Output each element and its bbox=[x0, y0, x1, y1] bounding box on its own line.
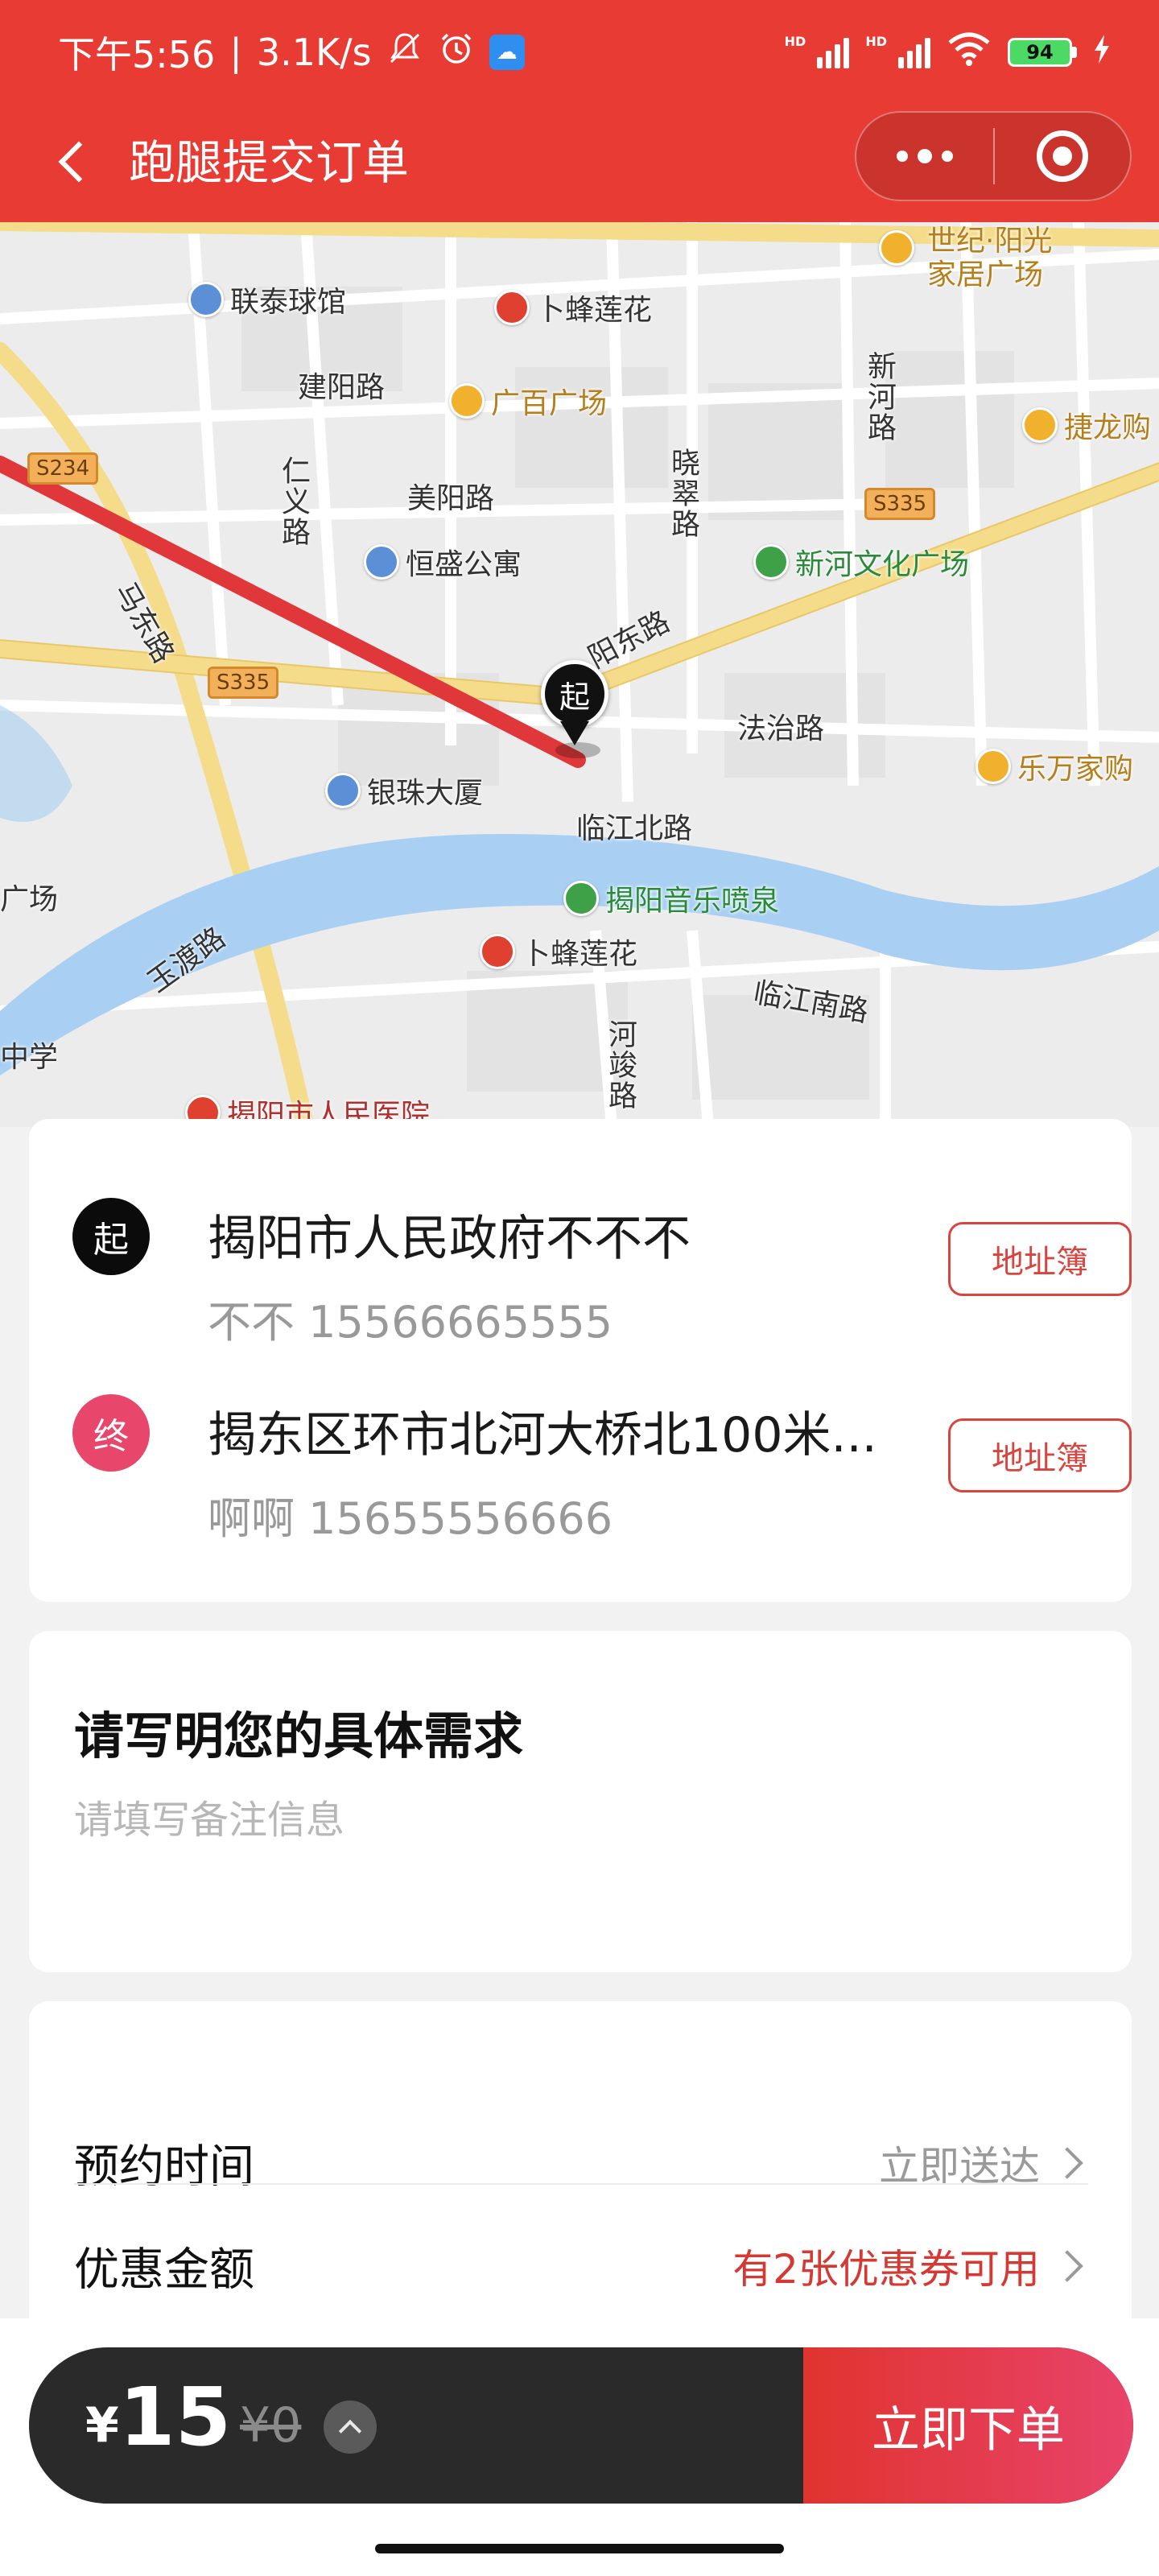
divider bbox=[74, 2183, 1088, 2185]
discount-row[interactable]: 优惠金额 有2张优惠券可用 bbox=[74, 2198, 1088, 2334]
chevron-right-icon bbox=[1051, 2250, 1083, 2282]
chevron-left-icon bbox=[58, 141, 100, 183]
options-card: 预约时间 立即送达 优惠金额 有2张优惠券可用 bbox=[29, 2001, 1132, 2339]
camera-icon bbox=[563, 881, 599, 916]
map-poi-shopping[interactable] bbox=[879, 230, 914, 266]
mall-icon bbox=[449, 383, 485, 419]
mute-icon bbox=[386, 30, 423, 76]
order-price: 15 bbox=[119, 2370, 232, 2464]
chevron-up-icon bbox=[338, 2419, 362, 2443]
discount-label: 优惠金额 bbox=[74, 2244, 254, 2297]
start-location-pin[interactable]: 起 bbox=[541, 660, 613, 745]
submit-order-button[interactable]: 立即下单 bbox=[803, 2347, 1133, 2504]
status-separator: | bbox=[229, 31, 242, 74]
supermarket-icon bbox=[494, 290, 530, 325]
highway-shield: S335 bbox=[208, 667, 279, 699]
remark-input[interactable] bbox=[74, 1784, 1088, 1856]
requirement-title: 请写明您的具体需求 bbox=[74, 1707, 524, 1765]
map-label: 中学 bbox=[0, 1041, 59, 1074]
nav-bar: 跑腿提交订单 bbox=[0, 105, 1159, 222]
map-label: 家居广场 bbox=[927, 258, 1044, 291]
end-badge-icon: 终 bbox=[72, 1394, 150, 1472]
map-poi-mall[interactable]: 广百广场 bbox=[449, 380, 607, 422]
app-header: 下午5:56 | 3.1K/s ☁ HD HD 94 跑腿提交订单 bbox=[0, 0, 1159, 222]
shopping-icon bbox=[879, 230, 914, 266]
hd-label-icon: HD bbox=[784, 33, 806, 49]
pickup-address-book-button[interactable]: 地址簿 bbox=[948, 1222, 1132, 1296]
currency-symbol: ¥ bbox=[85, 2397, 119, 2454]
home-indicator bbox=[375, 2544, 784, 2553]
price-area: ¥ 15 ¥0 bbox=[29, 2347, 803, 2504]
chevron-right-icon bbox=[1051, 2147, 1083, 2179]
dropoff-contact: 啊啊 15655556666 bbox=[208, 1493, 613, 1544]
map-label: 建阳路 bbox=[298, 371, 386, 404]
map-label: 法治路 bbox=[737, 712, 825, 745]
highway-shield: S335 bbox=[864, 488, 936, 520]
map-poi-apartment[interactable]: 恒盛公寓 bbox=[364, 541, 522, 583]
status-time: 下午5:56 bbox=[58, 33, 216, 76]
shopping-icon bbox=[1022, 407, 1058, 443]
supermarket-icon bbox=[480, 934, 515, 969]
battery-icon: 94 bbox=[1008, 38, 1077, 67]
status-bar: 下午5:56 | 3.1K/s ☁ HD HD 94 bbox=[0, 0, 1159, 105]
signal-icon bbox=[817, 36, 850, 68]
dropoff-address-title: 揭东区环市北河大桥北100米... bbox=[208, 1407, 877, 1463]
more-dots-icon bbox=[897, 151, 908, 162]
map-label: 广场 bbox=[0, 883, 59, 916]
cloud-app-icon: ☁ bbox=[489, 35, 525, 70]
requirement-card: 请写明您的具体需求 bbox=[29, 1631, 1132, 1972]
tree-icon bbox=[753, 544, 789, 580]
map-poi-park[interactable]: 新河文化广场 bbox=[753, 541, 969, 583]
sports-icon bbox=[188, 282, 224, 317]
pickup-contact: 不不 15566665555 bbox=[208, 1297, 613, 1348]
map-poi-sports[interactable]: 联泰球馆 bbox=[188, 279, 346, 320]
order-bar: ¥ 15 ¥0 立即下单 bbox=[29, 2347, 1133, 2504]
map-label: 仁义路 bbox=[277, 456, 310, 547]
miniprogram-capsule bbox=[855, 111, 1132, 201]
battery-level: 94 bbox=[1008, 38, 1072, 67]
network-speed: 3.1K/s bbox=[256, 31, 372, 74]
original-price: ¥0 bbox=[240, 2397, 302, 2454]
start-badge-icon: 起 bbox=[72, 1198, 150, 1275]
address-card: 起 揭阳市人民政府不不不 不不 15566665555 地址簿 终 揭东区环市北… bbox=[29, 1119, 1132, 1602]
map-poi-supermarket[interactable]: 卜蜂莲花 bbox=[494, 287, 652, 328]
map-poi-jielong[interactable]: 捷龙购 bbox=[1022, 404, 1151, 446]
target-ring-icon bbox=[1036, 130, 1088, 182]
alarm-icon bbox=[438, 30, 475, 76]
map-view[interactable]: 世纪·阳光 家居广场 联泰球馆 卜蜂莲花 建阳路 广百广场 新河路 捷龙购 S2… bbox=[0, 222, 1159, 1127]
status-right: HD HD 94 bbox=[785, 24, 1111, 80]
map-poi-lewan[interactable]: 乐万家购 bbox=[975, 745, 1133, 787]
map-label: 新河路 bbox=[863, 351, 896, 443]
back-button[interactable] bbox=[35, 126, 108, 198]
map-label: 美阳路 bbox=[407, 482, 495, 515]
pickup-address-title: 揭阳市人民政府不不不 bbox=[208, 1211, 691, 1267]
coupon-available-value: 有2张优惠券可用 bbox=[732, 2246, 1040, 2293]
close-miniprogram-button[interactable] bbox=[995, 113, 1130, 200]
map-label: 河竣路 bbox=[604, 1019, 637, 1111]
charging-icon bbox=[1093, 33, 1111, 72]
page-title: 跑腿提交订单 bbox=[129, 135, 410, 190]
highway-shield: S234 bbox=[27, 452, 99, 485]
shopping-icon bbox=[975, 749, 1011, 784]
more-button[interactable] bbox=[856, 113, 993, 200]
wifi-icon bbox=[947, 31, 992, 73]
map-poi-supermarket[interactable]: 卜蜂莲花 bbox=[480, 931, 637, 972]
dropoff-address-row[interactable]: 终 揭东区环市北河大桥北100米... 啊啊 15655556666 地址簿 bbox=[72, 1394, 1132, 1555]
price-detail-toggle[interactable] bbox=[324, 2401, 377, 2454]
start-pin-icon: 起 bbox=[541, 660, 608, 728]
map-label: 晓翠路 bbox=[666, 448, 699, 539]
map-poi-building[interactable]: 银珠大厦 bbox=[325, 770, 483, 811]
signal-icon bbox=[898, 36, 930, 68]
pickup-address-row[interactable]: 起 揭阳市人民政府不不不 不不 15566665555 地址簿 bbox=[72, 1198, 1132, 1359]
hotel-icon bbox=[364, 544, 399, 580]
hd-label-icon: HD bbox=[865, 33, 887, 49]
status-left: 下午5:56 | 3.1K/s ☁ bbox=[58, 24, 525, 80]
map-poi-fountain[interactable]: 揭阳音乐喷泉 bbox=[563, 877, 779, 919]
schedule-time-label: 预约时间 bbox=[74, 2140, 254, 2194]
dropoff-address-book-button[interactable]: 地址簿 bbox=[948, 1418, 1132, 1492]
map-label: 临江北路 bbox=[576, 812, 693, 845]
building-icon bbox=[325, 773, 361, 808]
